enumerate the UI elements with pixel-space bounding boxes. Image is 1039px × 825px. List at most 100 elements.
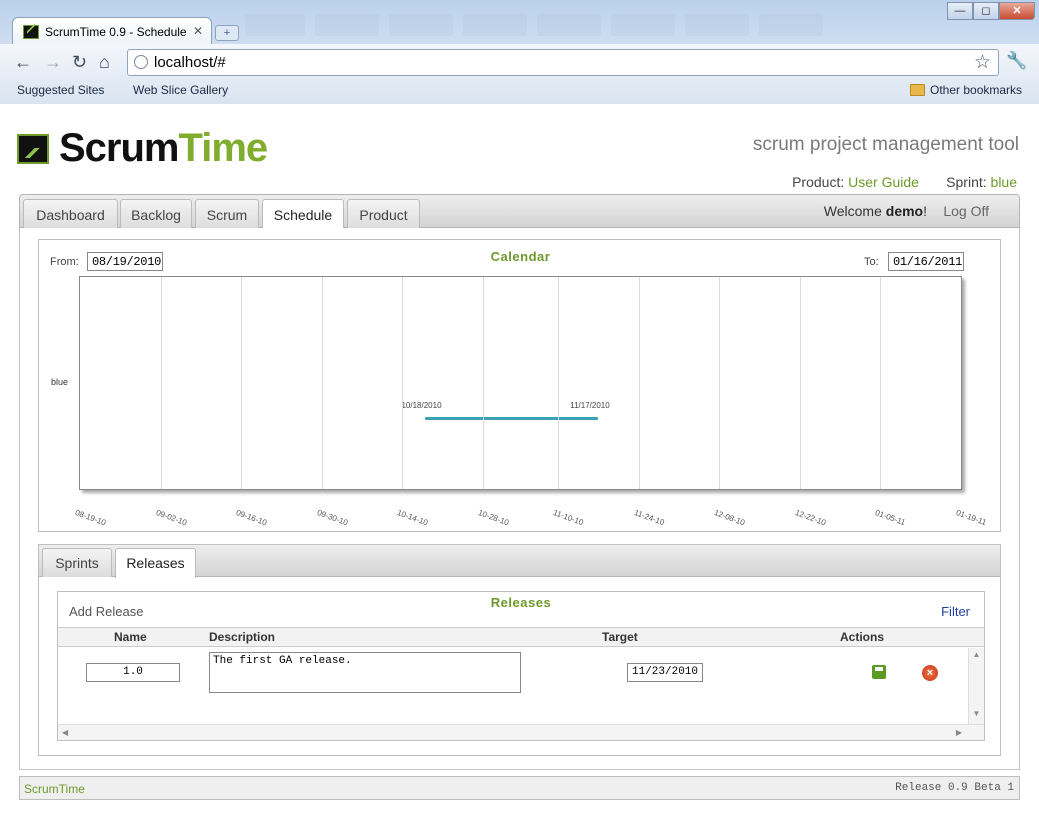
folder-icon	[910, 84, 925, 96]
tab-dashboard[interactable]: Dashboard	[23, 199, 118, 229]
bookmark-suggested-sites[interactable]: Suggested Sites	[17, 83, 104, 200]
bookmark-label: Web Slice Gallery	[133, 83, 229, 97]
wrench-icon[interactable]: 🔧	[1006, 51, 1027, 71]
address-bar[interactable]: localhost/#	[127, 49, 999, 76]
scroll-up-icon[interactable]: ▲	[969, 650, 984, 659]
calendar-plot: 10/18/2010 11/17/2010	[79, 276, 962, 490]
logo-scrum-text: Scrum	[59, 126, 179, 170]
back-arrow-icon[interactable]: ←	[14, 52, 32, 73]
close-tab-icon[interactable]: ✕	[193, 24, 203, 38]
main-tab-bar: Dashboard Backlog Scrum Schedule Product…	[19, 194, 1020, 230]
tab-title: ScrumTime 0.9 - Schedule	[45, 24, 187, 39]
scroll-right-icon[interactable]: ▶	[956, 728, 962, 737]
release-name-input[interactable]: 1.0	[86, 663, 180, 682]
scroll-down-icon[interactable]: ▼	[969, 709, 984, 718]
tab-scrum[interactable]: Scrum	[195, 199, 259, 229]
welcome-label: Welcome	[823, 203, 882, 219]
sprint-label: Sprint:	[946, 174, 987, 190]
bar-end-label: 11/17/2010	[570, 401, 610, 410]
gridline	[719, 277, 721, 489]
bookmark-web-slice-gallery[interactable]: Web Slice Gallery	[133, 83, 229, 200]
release-description-textarea[interactable]: The first GA release.	[209, 652, 521, 693]
chart-logo-icon	[17, 133, 49, 164]
globe-icon	[134, 55, 148, 69]
favicon-icon	[23, 23, 39, 39]
gridline	[638, 277, 640, 489]
browser-tab[interactable]: ScrumTime 0.9 - Schedule ✕	[12, 17, 212, 45]
gridline	[557, 277, 559, 489]
save-icon[interactable]	[872, 665, 886, 679]
series-label: blue	[51, 377, 69, 387]
x-tick-label: 09-16-10	[235, 508, 269, 528]
tab-schedule[interactable]: Schedule	[262, 199, 344, 230]
window-close-icon[interactable]: ✕	[999, 2, 1035, 20]
log-off-link[interactable]: Log Off	[943, 203, 989, 219]
x-tick-label: 11-24-10	[632, 508, 666, 528]
other-bookmarks[interactable]: Other bookmarks	[910, 83, 1022, 97]
releases-title: Releases	[490, 595, 552, 610]
add-release-link[interactable]: Add Release	[69, 604, 143, 619]
gridline	[402, 277, 404, 489]
from-date-input[interactable]: 08/19/2010	[87, 252, 163, 271]
background-ghost-strip	[245, 14, 925, 40]
x-tick-label: 11-10-10	[551, 508, 585, 528]
bookmarks-bar: Suggested Sites Web Slice Gallery Other …	[0, 80, 1039, 200]
tab-releases[interactable]: Releases	[115, 548, 196, 578]
footer-release: Release 0.9 Beta 1	[895, 782, 1014, 794]
vertical-scrollbar[interactable]: ▲ ▼	[968, 648, 984, 724]
x-tick-label: 01-05-11	[874, 508, 907, 528]
gridline	[321, 277, 323, 489]
x-tick-label: 01-19-11	[954, 508, 988, 528]
maximize-icon[interactable]: ◻	[973, 2, 999, 20]
welcome-text: Welcome demo!	[824, 203, 927, 219]
reload-icon[interactable]: ↻	[72, 52, 87, 73]
delete-icon[interactable]: ×	[922, 665, 938, 681]
sprint-bar[interactable]	[425, 417, 599, 420]
minimize-icon[interactable]: —	[947, 2, 973, 20]
tab-sprints[interactable]: Sprints	[42, 548, 112, 577]
column-description: Description	[209, 630, 276, 644]
bookmark-star-icon[interactable]: ☆	[974, 51, 991, 74]
sprint-link[interactable]: blue	[991, 174, 1017, 190]
footer-brand: ScrumTime	[24, 782, 85, 796]
home-icon[interactable]: ⌂	[99, 52, 110, 73]
release-target-input[interactable]: 11/23/2010	[627, 663, 703, 682]
x-tick-label: 09-30-10	[315, 508, 349, 528]
footer: ScrumTime Release 0.9 Beta 1	[19, 776, 1020, 800]
other-bookmarks-label: Other bookmarks	[930, 83, 1023, 97]
column-target: Target	[602, 630, 638, 644]
horizontal-scrollbar[interactable]: ◀ ▶	[58, 724, 984, 740]
filter-link[interactable]: Filter	[941, 604, 970, 619]
window-controls: — ◻ ✕	[947, 2, 1035, 20]
x-tick-label: 08-19-10	[73, 508, 108, 528]
gridline	[799, 277, 801, 489]
page: Scrum Time scrum project management tool …	[0, 104, 1039, 825]
x-tick-label: 10-14-10	[396, 508, 430, 528]
calendar-panel: Calendar From: 08/19/2010 To: 01/16/2011…	[38, 239, 1001, 532]
content-area: Calendar From: 08/19/2010 To: 01/16/2011…	[19, 228, 1020, 770]
bar-start-label: 10/18/2010	[401, 401, 442, 410]
column-name: Name	[114, 630, 147, 644]
scroll-left-icon[interactable]: ◀	[62, 728, 68, 737]
x-tick-label: 09-02-10	[154, 508, 188, 528]
x-tick-label: 12-08-10	[713, 508, 747, 528]
releases-grid: Releases Add Release Filter Name Descrip…	[57, 591, 985, 741]
new-tab-button[interactable]: +	[215, 25, 239, 41]
tab-product[interactable]: Product	[347, 199, 420, 229]
forward-arrow-icon[interactable]: →	[44, 52, 62, 73]
from-label: From:	[50, 256, 79, 268]
gridline	[241, 277, 243, 489]
title-bar: ScrumTime 0.9 - Schedule ✕ + — ◻ ✕	[0, 0, 1039, 45]
grid-header-row: Name Description Target Actions	[58, 627, 984, 647]
logo: Scrum Time	[17, 126, 269, 171]
browser-chrome: ScrumTime 0.9 - Schedule ✕ + — ◻ ✕ ← → ↻…	[0, 0, 1039, 200]
logo-time-text: Time	[178, 126, 269, 170]
sub-tab-bar: Sprints Releases	[39, 545, 1000, 578]
product-label: Product:	[792, 174, 845, 190]
tab-backlog[interactable]: Backlog	[120, 199, 192, 229]
product-link[interactable]: User Guide	[848, 174, 919, 190]
column-actions: Actions	[840, 630, 885, 644]
to-date-input[interactable]: 01/16/2011	[888, 252, 964, 271]
calendar-title: Calendar	[490, 249, 551, 264]
welcome-suffix: !	[923, 203, 927, 219]
